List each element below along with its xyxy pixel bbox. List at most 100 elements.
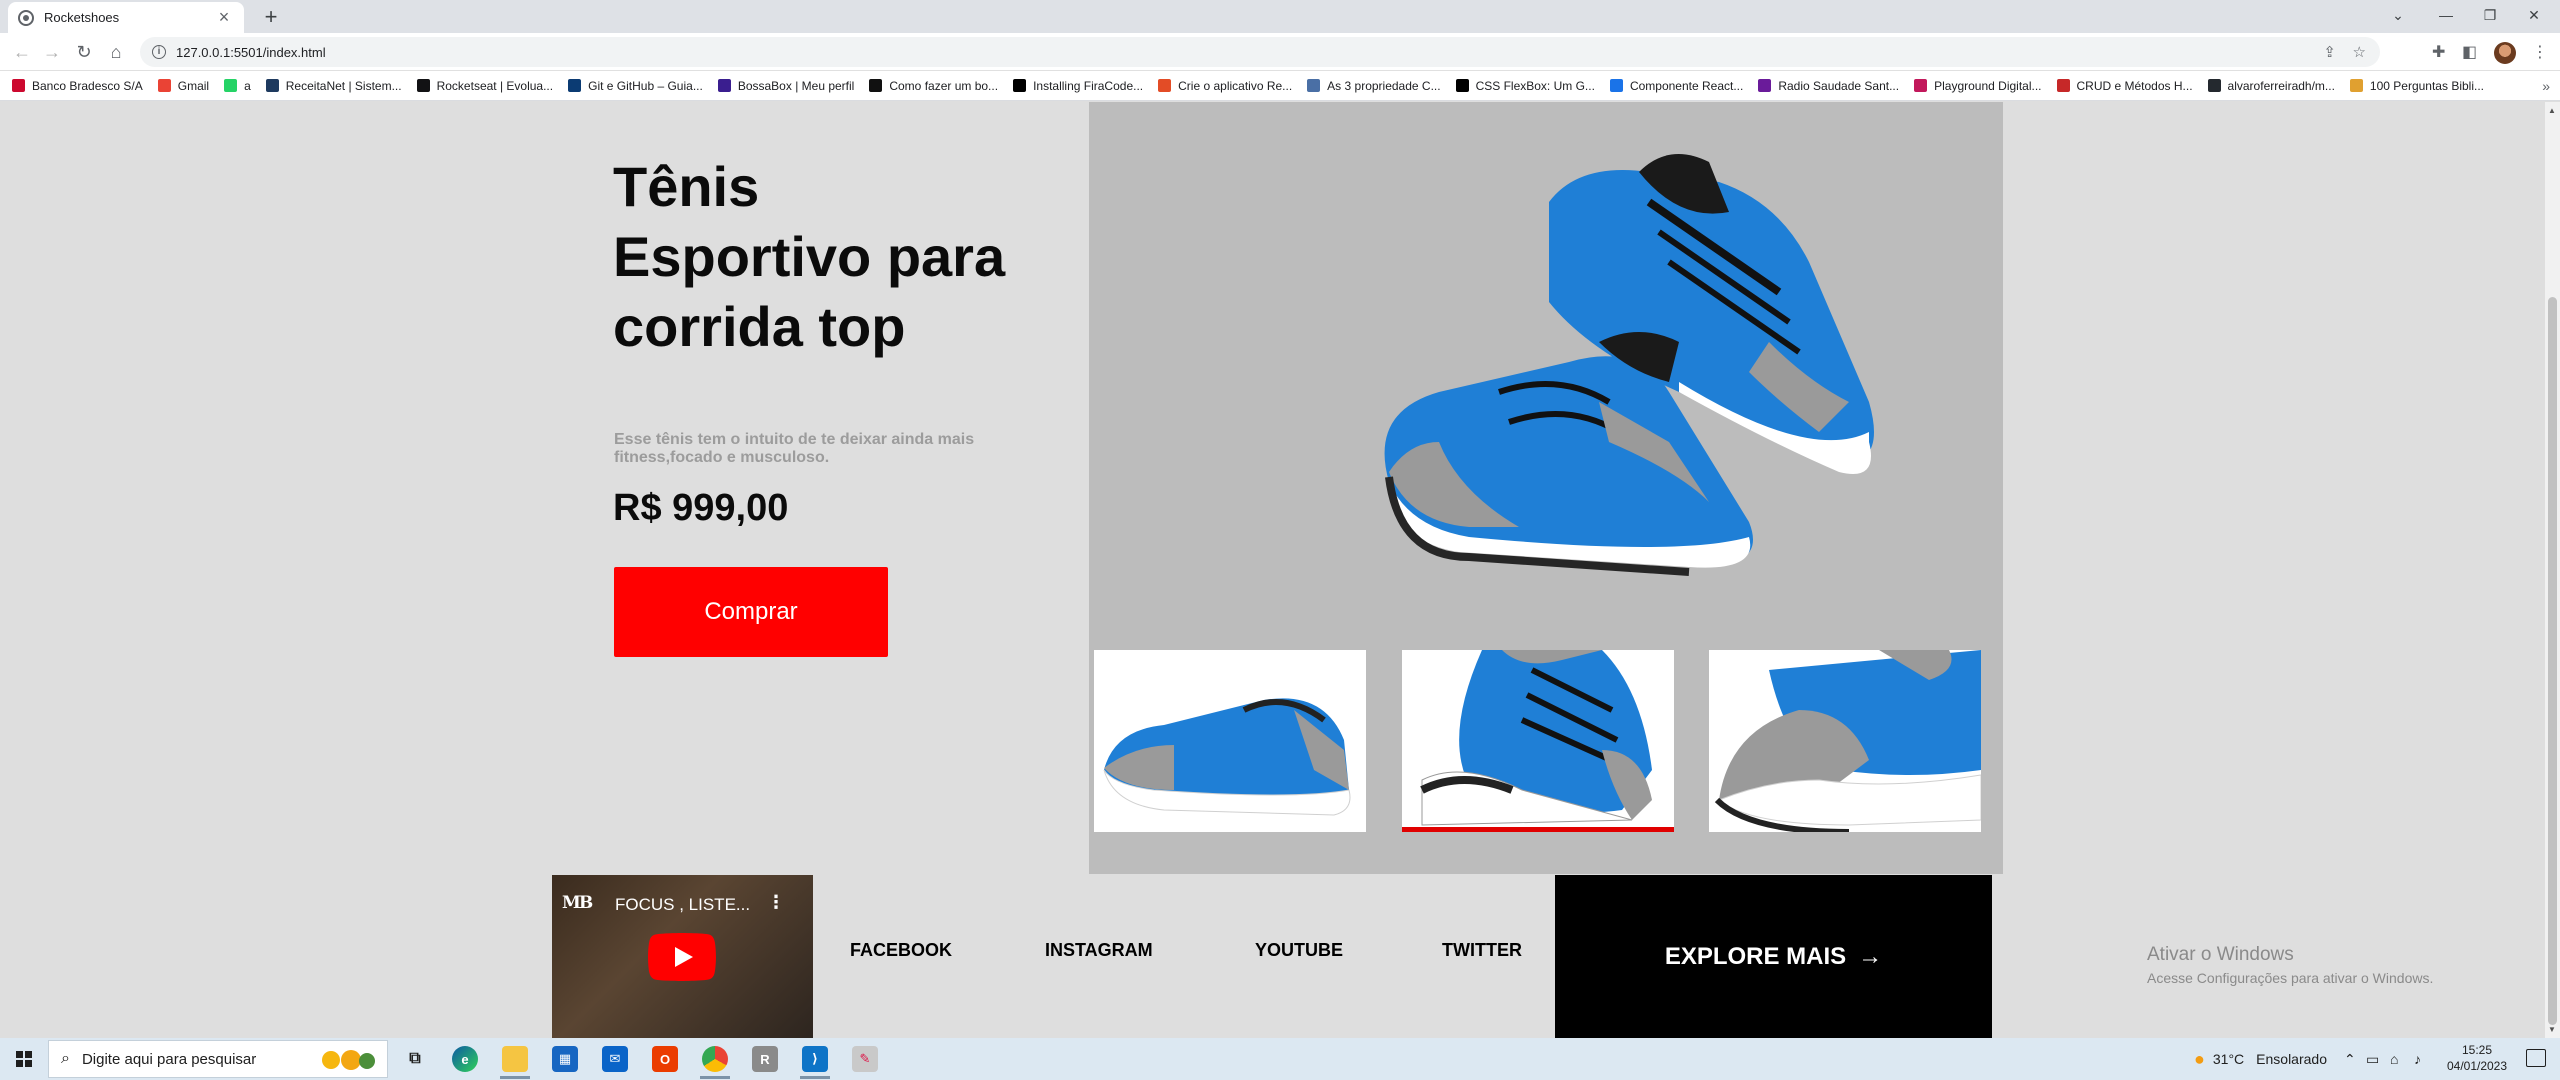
product-description: Esse tênis tem o intuito de te deixar ai… [614, 431, 975, 466]
profile-avatar[interactable] [2494, 42, 2516, 64]
bookmark-item[interactable]: Rocketseat | Evolua... [416, 79, 553, 93]
bookmark-label: CRUD e Métodos H... [2076, 78, 2193, 93]
weather-widget-icon[interactable] [311, 1047, 379, 1073]
side-panel-icon[interactable]: ◧ [2462, 42, 2477, 62]
beekeeper-icon[interactable]: ✎ [852, 1046, 878, 1072]
bookmark-item[interactable]: Git e GitHub – Guia... [568, 79, 703, 93]
site-info-icon[interactable]: i [152, 45, 166, 59]
bookmark-item[interactable]: Crie o aplicativo Re... [1158, 79, 1292, 93]
bookmark-favicon-icon [1609, 79, 1623, 92]
active-indicator [800, 1076, 830, 1079]
scroll-up-icon[interactable]: ▲ [2548, 106, 2556, 115]
main-shoe-image [1384, 154, 1874, 576]
bookmark-item[interactable]: Gmail [157, 79, 209, 93]
bookmark-favicon-icon [1158, 79, 1172, 92]
clock-date: 04/01/2023 [2446, 1059, 2508, 1073]
twitter-link[interactable]: TWITTER [1442, 940, 1522, 961]
system-clock[interactable]: 15:25 04/01/2023 [2436, 1042, 2518, 1074]
bookmark-item[interactable]: Como fazer um bo... [869, 79, 998, 93]
bookmark-favicon-icon [1307, 79, 1321, 92]
mail-icon[interactable]: ✉ [602, 1046, 628, 1072]
address-bar[interactable]: i 127.0.0.1:5501/index.html ⇪ ☆ [140, 37, 2380, 67]
product-gallery [1089, 102, 2003, 874]
rdp-icon[interactable]: R [752, 1046, 778, 1072]
youtube-play-icon[interactable] [648, 933, 716, 981]
bookmark-item[interactable]: Componente React... [1609, 78, 1744, 93]
bookmark-star-icon[interactable]: ☆ [2353, 43, 2366, 61]
bookmark-label: Componente React... [1629, 78, 1744, 93]
instagram-link[interactable]: INSTAGRAM [1045, 940, 1153, 961]
bookmark-favicon-icon [224, 79, 238, 92]
close-window-button[interactable]: ✕ [2512, 0, 2556, 33]
bookmark-item[interactable]: Playground Digital... [1914, 79, 2042, 93]
back-arrow-icon[interactable]: ← [8, 38, 36, 66]
tab-title: Rocketshoes [44, 10, 120, 25]
forward-arrow-icon[interactable]: → [38, 38, 66, 66]
store-icon[interactable]: ▦ [552, 1046, 578, 1072]
bookmarks-bar: Banco Bradesco S/A Gmail a ReceitaNet | Sis… [0, 71, 2560, 101]
chrome-icon[interactable] [702, 1046, 728, 1072]
weather-tray[interactable]: ● 31°C Ensolarado [2194, 1038, 2327, 1080]
buy-button[interactable]: Comprar [614, 567, 888, 657]
product-title: Tênis Esportivo para corrida top [613, 155, 1006, 358]
reload-icon[interactable]: ↻ [70, 38, 98, 66]
bookmark-item[interactable]: As 3 propriedade C... [1307, 79, 1441, 93]
youtube-link[interactable]: YOUTUBE [1255, 940, 1343, 961]
explore-more-button[interactable]: EXPLORE MAIS → [1555, 875, 1992, 1038]
bookmark-favicon-icon [1914, 79, 1928, 92]
bookmark-item[interactable]: CSS FlexBox: Um G... [1455, 79, 1595, 93]
thumbnail-2[interactable] [1402, 650, 1674, 832]
bookmark-item[interactable]: a [224, 79, 251, 93]
bookmark-item[interactable]: Banco Bradesco S/A [12, 79, 143, 93]
home-icon[interactable]: ⌂ [102, 38, 130, 66]
close-tab-icon[interactable]: × [214, 7, 234, 28]
video-title[interactable]: FOCUS , LISTE... [615, 895, 750, 915]
bookmark-item[interactable]: Radio Saudade Sant... [1758, 79, 1899, 93]
bookmark-favicon-icon [1758, 79, 1772, 92]
page-scrollbar[interactable]: ▲ ▼ [2545, 102, 2560, 1038]
bookmark-item[interactable]: BossaBox | Meu perfil [717, 79, 854, 93]
bookmark-label: Crie o aplicativo Re... [1178, 78, 1293, 93]
bookmark-item[interactable]: alvaroferreiradh/m... [2207, 78, 2335, 93]
notification-icon[interactable] [2526, 1049, 2546, 1067]
tab-strip: Rocketshoes × + ⌄ — ❐ ✕ [0, 0, 2560, 33]
more-bookmarks-icon[interactable]: » [2542, 78, 2550, 94]
edge-icon[interactable]: e [452, 1046, 478, 1072]
bookmark-label: alvaroferreiradh/m... [2227, 78, 2335, 93]
volume-icon[interactable]: ♪ [2414, 1038, 2421, 1080]
chrome-menu-icon[interactable]: ⋮ [2532, 42, 2548, 62]
video-menu-icon[interactable]: ⋮ [767, 892, 785, 913]
office-icon[interactable]: O [652, 1046, 678, 1072]
tab-search-icon[interactable]: ⌄ [2376, 0, 2420, 33]
bookmark-item[interactable]: Installing FiraCode... [1013, 79, 1143, 93]
new-tab-button[interactable]: + [258, 4, 284, 30]
bookmark-label: Como fazer um bo... [889, 78, 999, 93]
network-icon[interactable]: ⌂ [2390, 1038, 2398, 1080]
youtube-embed[interactable]: MB FOCUS , LISTE... ⋮ [552, 875, 813, 1038]
extensions-icon[interactable]: ✚ [2432, 42, 2445, 62]
thumbnail-1[interactable] [1094, 650, 1366, 832]
sun-icon: ● [2194, 1048, 2205, 1069]
bookmark-favicon-icon [12, 79, 25, 92]
bookmark-label: Installing FiraCode... [1033, 78, 1144, 93]
bookmark-item[interactable]: 100 Perguntas Bibli... [2349, 79, 2484, 93]
minimize-button[interactable]: — [2424, 0, 2468, 33]
search-icon: ⌕ [61, 1050, 70, 1067]
battery-icon[interactable]: ▭ [2366, 1038, 2379, 1080]
restore-button[interactable]: ❐ [2468, 0, 2512, 33]
thumbnail-3[interactable] [1709, 650, 1981, 832]
show-hidden-icons[interactable]: ⌃ [2344, 1038, 2356, 1080]
vscode-icon[interactable]: ⟩ [802, 1046, 828, 1072]
task-view-icon[interactable]: ⧉ [402, 1046, 428, 1072]
scroll-down-icon[interactable]: ▼ [2548, 1025, 2556, 1034]
file-explorer-icon[interactable] [502, 1046, 528, 1072]
taskbar-search-box[interactable]: ⌕ Digite aqui para pesquisar [48, 1040, 388, 1078]
browser-tab[interactable]: Rocketshoes × [8, 2, 244, 33]
temperature: 31°C [2212, 1051, 2245, 1067]
bookmark-item[interactable]: CRUD e Métodos H... [2056, 78, 2193, 93]
facebook-link[interactable]: FACEBOOK [850, 940, 952, 961]
start-button[interactable] [0, 1038, 48, 1080]
bookmark-item[interactable]: ReceitaNet | Sistem... [265, 79, 402, 93]
share-icon[interactable]: ⇪ [2323, 43, 2336, 61]
scrollbar-thumb[interactable] [2548, 297, 2557, 1025]
